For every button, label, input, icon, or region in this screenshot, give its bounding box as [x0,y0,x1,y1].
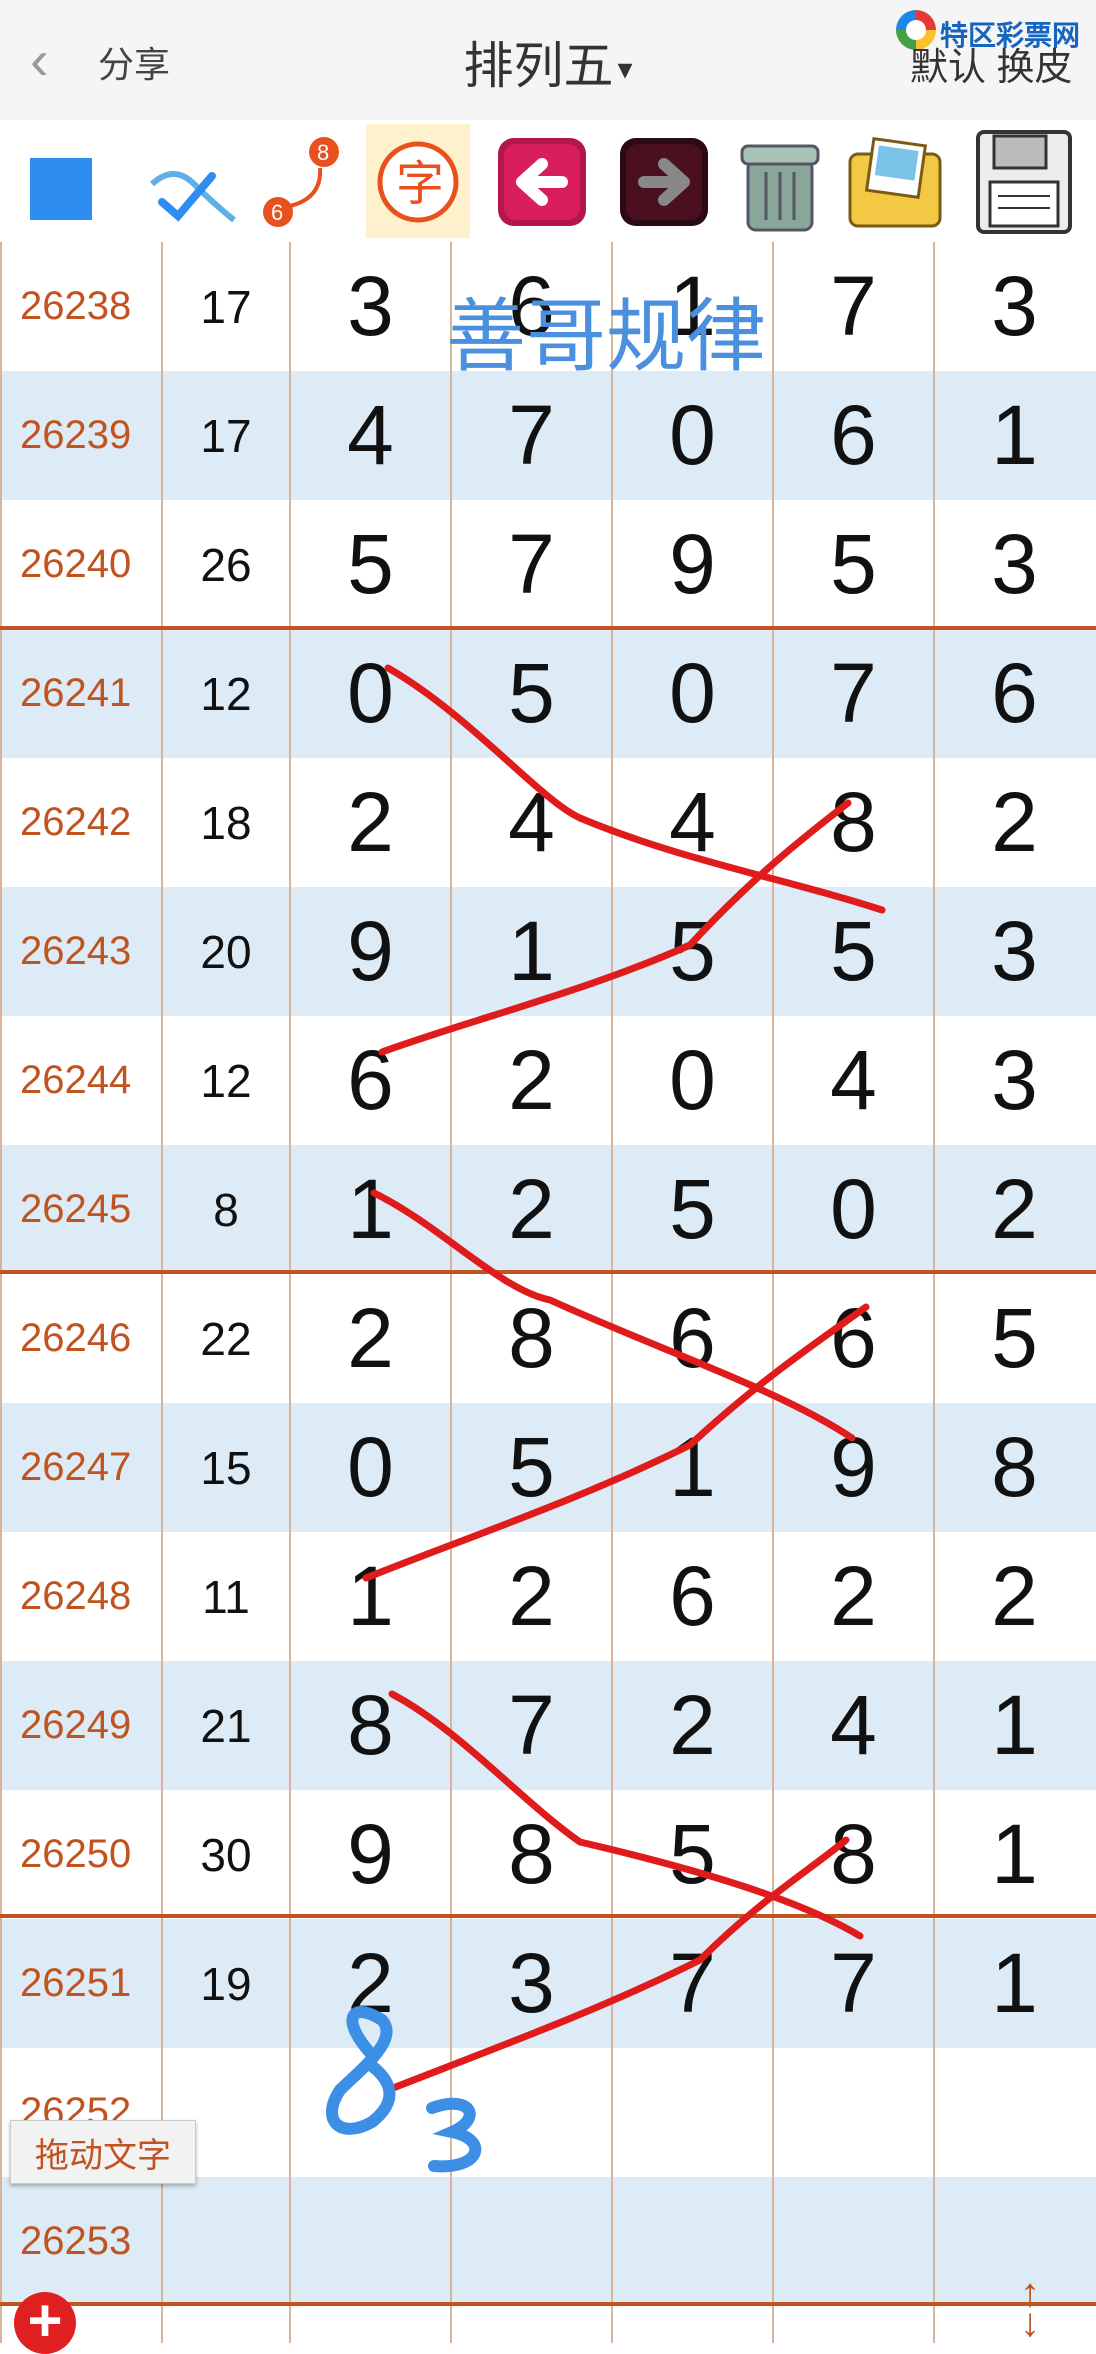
red-line-8-to-8 [384,1836,850,2094]
handwritten-83-ink [326,2006,482,2173]
plus-circle-icon[interactable]: + [14,2291,76,2354]
red-line-6-to-8 [378,799,852,1056]
red-line-8-to-7 [388,1690,864,1940]
up-down-arrows-icon[interactable]: ↑ ↓ [1020,2273,1040,2343]
red-line-1-to-9 [370,1189,856,1442]
red-line-0-to-5 [384,664,886,914]
hand-drawn-lines: 83 [326,664,886,2173]
red-line-1-to-6 [362,1303,870,1582]
drag-text-button[interactable]: 拖动文字 [10,2120,196,2184]
